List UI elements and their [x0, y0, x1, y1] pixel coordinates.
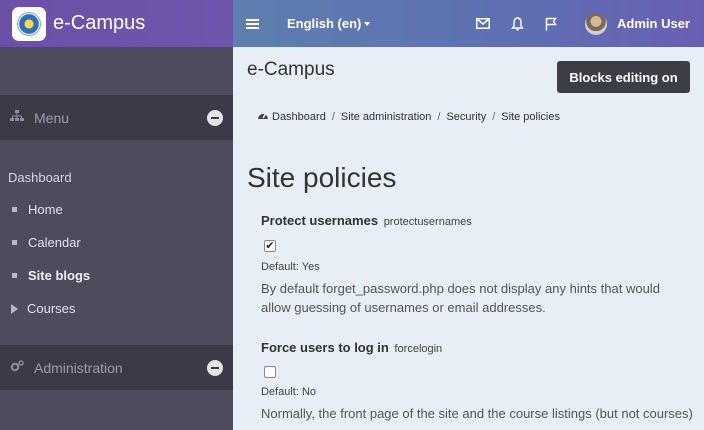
setting-title-forcelogin: Force users to log in forcelogin — [261, 340, 443, 355]
page-header-title: e-Campus — [247, 59, 335, 80]
page-title: Site policies — [247, 162, 397, 193]
collapse-menu-icon[interactable] — [207, 109, 223, 126]
flag-icon[interactable] — [543, 16, 559, 32]
breadcrumb-security[interactable]: Security — [446, 111, 486, 123]
setting-title-protectusernames: Protect usernames protectusernames — [261, 213, 472, 228]
bullet-icon — [12, 207, 17, 212]
checkmark-icon: ✔ — [265, 240, 275, 252]
messages-icon[interactable] — [475, 16, 491, 32]
bullet-icon — [12, 240, 17, 245]
user-avatar[interactable] — [585, 12, 608, 35]
protectusernames-checkbox[interactable]: ✔ — [264, 240, 276, 252]
administration-block-title: Administration — [34, 359, 123, 376]
brand-name: e-Campus — [53, 12, 146, 34]
top-navbar: English (en) Admin User — [233, 0, 704, 47]
sitemap-icon — [10, 110, 24, 125]
sidebar-item-home[interactable]: Home — [0, 193, 233, 226]
main-content: e-Campus Blocks editing on Dashboard / S… — [233, 47, 704, 430]
hamburger-menu-icon[interactable] — [246, 17, 259, 31]
setting-description-forcelogin: Normally, the front page of the site and… — [261, 406, 693, 421]
sidebar-item-calendar[interactable]: Calendar — [0, 226, 233, 259]
setting-default-protectusernames: Default: Yes — [261, 261, 320, 273]
administration-block-header[interactable]: Administration — [0, 345, 233, 390]
gears-icon — [10, 360, 24, 375]
user-menu-name[interactable]: Admin User — [617, 16, 690, 31]
caret-down-icon — [364, 21, 371, 26]
collapse-administration-icon[interactable] — [207, 359, 223, 376]
breadcrumb: Dashboard / Site administration / Securi… — [257, 110, 560, 123]
sidebar-item-courses[interactable]: Courses — [0, 292, 233, 325]
language-selector[interactable]: English (en) — [287, 16, 371, 31]
brand-logo — [12, 6, 46, 41]
setting-default-forcelogin: Default: No — [261, 386, 317, 398]
expand-triangle-icon[interactable] — [11, 303, 18, 314]
blocks-editing-button[interactable]: Blocks editing on — [557, 61, 690, 93]
nav-heading-dashboard[interactable]: Dashboard — [0, 160, 233, 193]
brand[interactable]: e-Campus — [0, 0, 233, 47]
sidebar: e-Campus Menu Dashboard Home Calendar Si… — [0, 0, 233, 430]
setting-description-protectusernames: By default forget_password.php does not … — [261, 281, 660, 315]
bullet-icon — [12, 273, 17, 278]
forcelogin-checkbox[interactable] — [264, 366, 276, 378]
breadcrumb-site-policies[interactable]: Site policies — [501, 111, 560, 123]
sidebar-item-site-blogs[interactable]: Site blogs — [0, 259, 233, 292]
breadcrumb-dashboard[interactable]: Dashboard — [272, 111, 326, 123]
notifications-bell-icon[interactable] — [509, 16, 525, 32]
dashboard-icon — [257, 110, 269, 123]
menu-block-title: Menu — [34, 109, 70, 126]
menu-block-header[interactable]: Menu — [0, 95, 233, 140]
breadcrumb-site-administration[interactable]: Site administration — [341, 111, 432, 123]
